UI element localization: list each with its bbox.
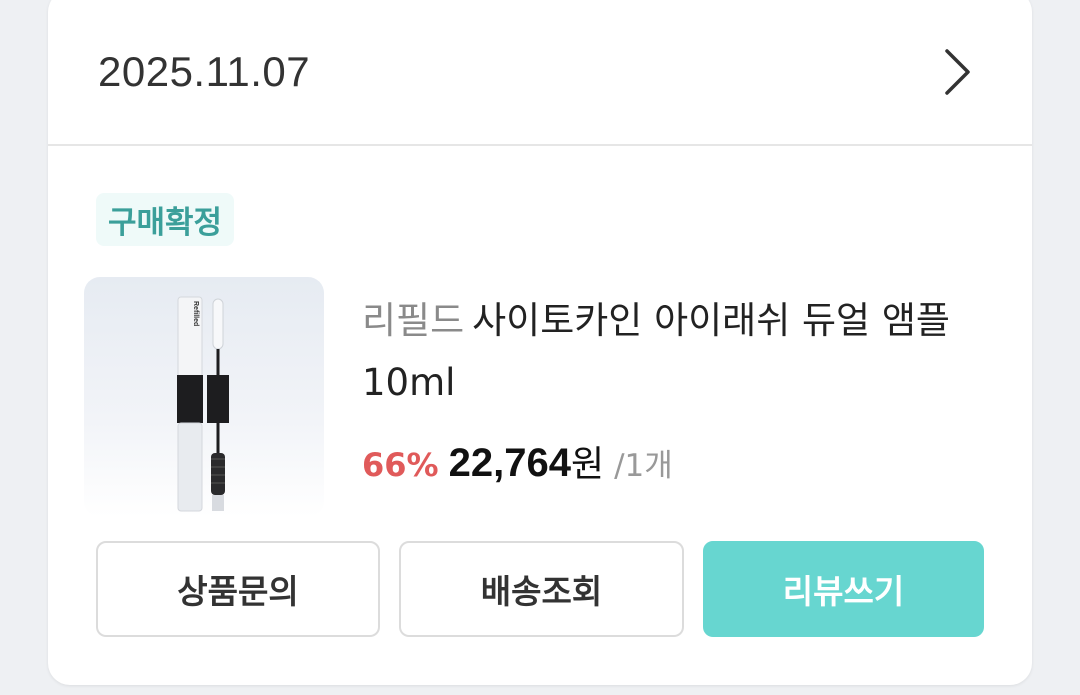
order-date: 2025.11.07: [98, 48, 311, 95]
product-quantity: /1개: [614, 448, 673, 484]
order-card: 2025.11.07 구매확정 Refilled 리필드 사이토카인 아이래쉬 …: [48, 0, 1032, 685]
product-inquiry-button[interactable]: 상품문의: [96, 541, 380, 637]
order-header[interactable]: 2025.11.07: [48, 0, 1032, 146]
discount-rate: 66%: [362, 446, 439, 484]
product-title[interactable]: 리필드 사이토카인 아이래쉬 듀얼 앰플 10ml: [362, 290, 962, 414]
price-row: 66% 22,764 원 /1개: [362, 435, 673, 487]
product-brand: 리필드: [362, 299, 465, 342]
delivery-tracking-button[interactable]: 배송조회: [399, 541, 684, 637]
price-currency: 원: [570, 444, 605, 485]
status-badge: 구매확정: [96, 193, 235, 246]
product-price: 22,764: [448, 441, 571, 485]
write-review-button[interactable]: 리뷰쓰기: [703, 541, 984, 637]
product-image-label: Refilled: [192, 301, 199, 326]
chevron-right-icon[interactable]: [942, 48, 972, 96]
product-image[interactable]: Refilled: [84, 277, 324, 517]
